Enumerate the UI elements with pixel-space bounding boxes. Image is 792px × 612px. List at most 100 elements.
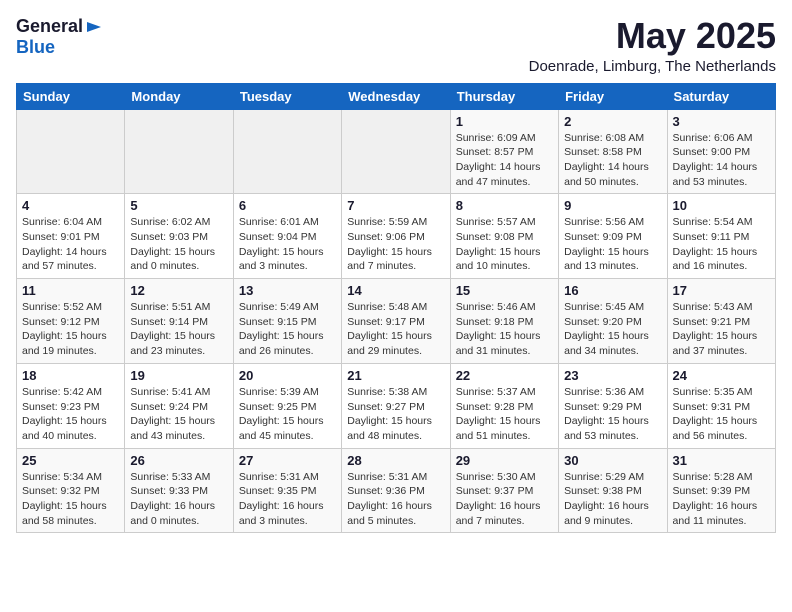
day-info: Sunrise: 5:51 AM Sunset: 9:14 PM Dayligh…: [130, 300, 227, 359]
day-info: Sunrise: 5:31 AM Sunset: 9:36 PM Dayligh…: [347, 470, 444, 529]
calendar-day-cell: 28 Sunrise: 5:31 AM Sunset: 9:36 PM Dayli…: [342, 448, 450, 533]
day-number: 12: [130, 283, 227, 298]
calendar-day-cell: 10 Sunrise: 5:54 AM Sunset: 9:11 PM Dayli…: [667, 194, 775, 279]
page-header: General Blue May 2025 Doenrade, Limburg,…: [16, 16, 776, 75]
weekday-header-sunday: Sunday: [17, 83, 125, 109]
calendar-day-cell: 24Sunrise: 5:35 AM Sunset: 9:31 PM Dayli…: [667, 363, 775, 448]
calendar-day-cell: 5 Sunrise: 6:02 AM Sunset: 9:03 PM Daylig…: [125, 194, 233, 279]
logo-flag-icon: [85, 20, 103, 34]
logo-blue-text: Blue: [16, 37, 55, 58]
weekday-header-tuesday: Tuesday: [233, 83, 341, 109]
calendar-day-cell: 21 Sunrise: 5:38 AM Sunset: 9:27 PM Dayli…: [342, 363, 450, 448]
day-info: Sunrise: 5:28 AM Sunset: 9:39 PM Dayligh…: [673, 470, 770, 529]
day-info: Sunrise: 5:57 AM Sunset: 9:08 PM Dayligh…: [456, 215, 553, 274]
day-number: 15: [456, 283, 553, 298]
calendar-week-row: 1Sunrise: 6:09 AM Sunset: 8:57 PM Daylig…: [17, 109, 776, 194]
day-number: 23: [564, 368, 661, 383]
day-info: Sunrise: 5:34 AM Sunset: 9:32 PM Dayligh…: [22, 470, 119, 529]
calendar-day-cell: 15 Sunrise: 5:46 AM Sunset: 9:18 PM Dayli…: [450, 279, 558, 364]
day-number: 18: [22, 368, 119, 383]
day-number: 11: [22, 283, 119, 298]
day-info: Sunrise: 5:41 AM Sunset: 9:24 PM Dayligh…: [130, 385, 227, 444]
weekday-header-row: SundayMondayTuesdayWednesdayThursdayFrid…: [17, 83, 776, 109]
day-info: Sunrise: 5:37 AM Sunset: 9:28 PM Dayligh…: [456, 385, 553, 444]
day-info: Sunrise: 5:42 AM Sunset: 9:23 PM Dayligh…: [22, 385, 119, 444]
calendar-header: SundayMondayTuesdayWednesdayThursdayFrid…: [17, 83, 776, 109]
calendar-week-row: 11 Sunrise: 5:52 AM Sunset: 9:12 PM Dayli…: [17, 279, 776, 364]
calendar-day-cell: 6Sunrise: 6:01 AM Sunset: 9:04 PM Daylig…: [233, 194, 341, 279]
calendar-day-cell: 4 Sunrise: 6:04 AM Sunset: 9:01 PM Daylig…: [17, 194, 125, 279]
day-info: Sunrise: 5:30 AM Sunset: 9:37 PM Dayligh…: [456, 470, 553, 529]
day-number: 1: [456, 114, 553, 129]
calendar-day-cell: [125, 109, 233, 194]
day-number: 10: [673, 198, 770, 213]
calendar-week-row: 4 Sunrise: 6:04 AM Sunset: 9:01 PM Daylig…: [17, 194, 776, 279]
day-number: 29: [456, 453, 553, 468]
calendar-week-row: 25Sunrise: 5:34 AM Sunset: 9:32 PM Dayli…: [17, 448, 776, 533]
day-number: 4: [22, 198, 119, 213]
day-info: Sunrise: 5:52 AM Sunset: 9:12 PM Dayligh…: [22, 300, 119, 359]
weekday-header-monday: Monday: [125, 83, 233, 109]
day-info: Sunrise: 5:59 AM Sunset: 9:06 PM Dayligh…: [347, 215, 444, 274]
day-info: Sunrise: 5:45 AM Sunset: 9:20 PM Dayligh…: [564, 300, 661, 359]
day-info: Sunrise: 6:08 AM Sunset: 8:58 PM Dayligh…: [564, 131, 661, 190]
day-number: 13: [239, 283, 336, 298]
weekday-header-wednesday: Wednesday: [342, 83, 450, 109]
day-info: Sunrise: 5:39 AM Sunset: 9:25 PM Dayligh…: [239, 385, 336, 444]
day-number: 20: [239, 368, 336, 383]
title-block: May 2025 Doenrade, Limburg, The Netherla…: [529, 16, 776, 75]
day-info: Sunrise: 6:02 AM Sunset: 9:03 PM Dayligh…: [130, 215, 227, 274]
weekday-header-thursday: Thursday: [450, 83, 558, 109]
day-info: Sunrise: 5:54 AM Sunset: 9:11 PM Dayligh…: [673, 215, 770, 274]
day-number: 5: [130, 198, 227, 213]
calendar-day-cell: 16Sunrise: 5:45 AM Sunset: 9:20 PM Dayli…: [559, 279, 667, 364]
calendar-day-cell: 9Sunrise: 5:56 AM Sunset: 9:09 PM Daylig…: [559, 194, 667, 279]
day-info: Sunrise: 5:29 AM Sunset: 9:38 PM Dayligh…: [564, 470, 661, 529]
day-number: 30: [564, 453, 661, 468]
day-number: 2: [564, 114, 661, 129]
day-info: Sunrise: 5:35 AM Sunset: 9:31 PM Dayligh…: [673, 385, 770, 444]
calendar-day-cell: 7Sunrise: 5:59 AM Sunset: 9:06 PM Daylig…: [342, 194, 450, 279]
calendar-day-cell: 20 Sunrise: 5:39 AM Sunset: 9:25 PM Dayli…: [233, 363, 341, 448]
calendar-day-cell: 27Sunrise: 5:31 AM Sunset: 9:35 PM Dayli…: [233, 448, 341, 533]
calendar-day-cell: 2 Sunrise: 6:08 AM Sunset: 8:58 PM Daylig…: [559, 109, 667, 194]
weekday-header-saturday: Saturday: [667, 83, 775, 109]
location-text: Doenrade, Limburg, The Netherlands: [529, 58, 776, 75]
day-info: Sunrise: 5:36 AM Sunset: 9:29 PM Dayligh…: [564, 385, 661, 444]
day-info: Sunrise: 6:01 AM Sunset: 9:04 PM Dayligh…: [239, 215, 336, 274]
calendar-day-cell: 18 Sunrise: 5:42 AM Sunset: 9:23 PM Dayli…: [17, 363, 125, 448]
day-info: Sunrise: 5:46 AM Sunset: 9:18 PM Dayligh…: [456, 300, 553, 359]
day-number: 28: [347, 453, 444, 468]
calendar-day-cell: 1Sunrise: 6:09 AM Sunset: 8:57 PM Daylig…: [450, 109, 558, 194]
calendar-day-cell: 11 Sunrise: 5:52 AM Sunset: 9:12 PM Dayli…: [17, 279, 125, 364]
calendar-day-cell: 12 Sunrise: 5:51 AM Sunset: 9:14 PM Dayli…: [125, 279, 233, 364]
day-info: Sunrise: 6:06 AM Sunset: 9:00 PM Dayligh…: [673, 131, 770, 190]
day-number: 8: [456, 198, 553, 213]
day-number: 19: [130, 368, 227, 383]
weekday-header-friday: Friday: [559, 83, 667, 109]
day-info: Sunrise: 5:33 AM Sunset: 9:33 PM Dayligh…: [130, 470, 227, 529]
calendar-day-cell: 30 Sunrise: 5:29 AM Sunset: 9:38 PM Dayli…: [559, 448, 667, 533]
calendar-day-cell: [17, 109, 125, 194]
calendar-table: SundayMondayTuesdayWednesdayThursdayFrid…: [16, 83, 776, 534]
day-number: 3: [673, 114, 770, 129]
calendar-week-row: 18 Sunrise: 5:42 AM Sunset: 9:23 PM Dayli…: [17, 363, 776, 448]
calendar-day-cell: 23 Sunrise: 5:36 AM Sunset: 9:29 PM Dayli…: [559, 363, 667, 448]
day-number: 14: [347, 283, 444, 298]
day-info: Sunrise: 5:43 AM Sunset: 9:21 PM Dayligh…: [673, 300, 770, 359]
day-info: Sunrise: 5:56 AM Sunset: 9:09 PM Dayligh…: [564, 215, 661, 274]
calendar-day-cell: 17Sunrise: 5:43 AM Sunset: 9:21 PM Dayli…: [667, 279, 775, 364]
month-title: May 2025: [529, 16, 776, 56]
calendar-day-cell: [342, 109, 450, 194]
calendar-day-cell: 25Sunrise: 5:34 AM Sunset: 9:32 PM Dayli…: [17, 448, 125, 533]
day-info: Sunrise: 5:31 AM Sunset: 9:35 PM Dayligh…: [239, 470, 336, 529]
calendar-body: 1Sunrise: 6:09 AM Sunset: 8:57 PM Daylig…: [17, 109, 776, 533]
day-info: Sunrise: 5:38 AM Sunset: 9:27 PM Dayligh…: [347, 385, 444, 444]
calendar-day-cell: 8 Sunrise: 5:57 AM Sunset: 9:08 PM Daylig…: [450, 194, 558, 279]
day-number: 21: [347, 368, 444, 383]
logo: General Blue: [16, 16, 103, 58]
day-number: 26: [130, 453, 227, 468]
logo-general-text: General: [16, 16, 83, 37]
day-info: Sunrise: 5:48 AM Sunset: 9:17 PM Dayligh…: [347, 300, 444, 359]
day-info: Sunrise: 6:04 AM Sunset: 9:01 PM Dayligh…: [22, 215, 119, 274]
